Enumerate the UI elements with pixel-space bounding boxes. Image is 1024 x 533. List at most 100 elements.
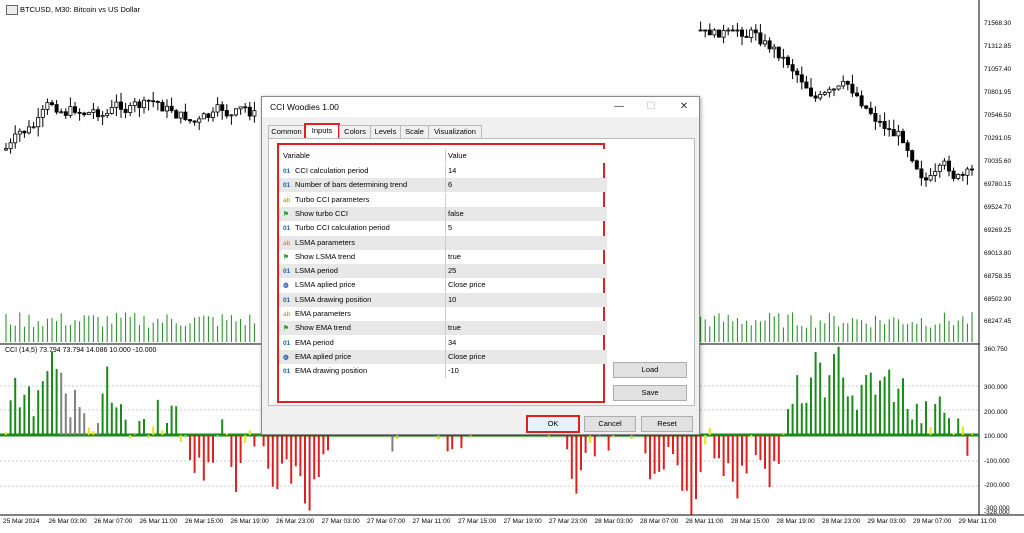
load-button[interactable]: Load <box>613 362 687 378</box>
price-tick-label: 69013.80 <box>984 250 1012 257</box>
candle-body <box>210 111 215 118</box>
candle-body <box>790 64 795 72</box>
time-tick-label: 25 Mar 2024 <box>3 518 40 525</box>
time-tick-label: 29 Mar 11:00 <box>958 518 997 525</box>
candle-body <box>951 170 956 179</box>
param-value[interactable]: 5 <box>445 221 606 236</box>
param-value[interactable]: 14 <box>445 164 606 178</box>
candle-body <box>942 160 947 166</box>
param-name-text: LSMA period <box>295 266 338 276</box>
tab-levels[interactable]: Levels <box>370 125 401 138</box>
param-row[interactable]: ⚑ Show LSMA trend true <box>279 249 607 264</box>
param-row[interactable]: ◍ EMA aplied price Close price <box>279 349 607 364</box>
candle-body <box>753 29 758 34</box>
candle-body <box>772 46 777 50</box>
candle-body <box>73 106 78 113</box>
param-name-text: EMA aplied price <box>295 351 352 361</box>
price-tick-label: 71312.85 <box>984 43 1012 50</box>
param-row[interactable]: 01 EMA period 34 <box>279 335 607 350</box>
param-value[interactable]: Close price <box>445 349 606 364</box>
candle-body <box>698 29 703 32</box>
param-name-text: EMA drawing position <box>295 366 368 376</box>
candle-body <box>749 29 754 38</box>
tab-colors[interactable]: Colors <box>339 125 371 138</box>
param-row[interactable]: 01 LSMA period 25 <box>279 264 607 279</box>
param-value[interactable]: true <box>445 321 606 336</box>
cancel-button[interactable]: Cancel <box>584 416 636 432</box>
param-value[interactable]: true <box>445 249 606 264</box>
param-value[interactable]: 34 <box>445 335 606 350</box>
candle-body <box>781 56 786 59</box>
param-row[interactable]: ab LSMA parameters <box>279 235 607 250</box>
candle-body <box>100 115 105 118</box>
indicator-properties-dialog: CCI Woodies 1.00 — ☐ ✕ Common Inputs Col… <box>261 96 700 435</box>
param-value[interactable]: 10 <box>445 292 606 307</box>
param-name: ◍ LSMA aplied price <box>283 278 443 292</box>
param-value[interactable]: 25 <box>445 264 606 279</box>
minimize-icon[interactable]: — <box>607 99 631 115</box>
ok-button[interactable]: OK <box>526 415 580 433</box>
dialog-titlebar[interactable]: CCI Woodies 1.00 — ☐ ✕ <box>262 97 699 117</box>
candle-body <box>155 101 160 103</box>
param-name-text: Show turbo CCI <box>295 208 348 218</box>
param-value[interactable]: false <box>445 206 606 221</box>
candle-body <box>86 112 91 116</box>
candle-body <box>937 164 942 172</box>
param-row[interactable]: 01 LSMA drawing position 10 <box>279 292 607 307</box>
candle-body <box>924 177 929 181</box>
price-tick-label: 69780.15 <box>984 181 1012 188</box>
tab-common[interactable]: Common <box>268 125 305 138</box>
time-tick-label: 29 Mar 07:00 <box>913 518 952 525</box>
candle-body <box>233 108 238 116</box>
param-row[interactable]: 01 CCI calculation period 14 <box>279 164 607 178</box>
tab-scale[interactable]: Scale <box>400 125 429 138</box>
candle-body <box>933 171 938 176</box>
param-row[interactable]: 01 EMA drawing position -10 <box>279 364 607 379</box>
params-header: Variable Value <box>279 149 607 163</box>
param-value[interactable] <box>445 192 606 207</box>
param-row[interactable]: ◍ LSMA aplied price Close price <box>279 278 607 293</box>
param-row[interactable]: ab EMA parameters <box>279 307 607 321</box>
time-tick-label: 26 Mar 19:00 <box>230 518 269 525</box>
candle-body <box>901 130 906 144</box>
candle-body <box>132 101 137 106</box>
enum-icon: ◍ <box>283 282 289 290</box>
param-row[interactable]: 01 Number of bars determining trend 6 <box>279 178 607 193</box>
candle-body <box>795 70 800 76</box>
param-value[interactable]: -10 <box>445 364 606 379</box>
chart-window-icon <box>6 5 18 15</box>
save-button[interactable]: Save <box>613 385 687 401</box>
string-icon: ab <box>283 196 291 204</box>
candle-body <box>776 46 781 59</box>
candle-body <box>896 130 901 137</box>
param-row[interactable]: 01 Turbo CCI calculation period 5 <box>279 221 607 236</box>
param-value[interactable] <box>445 235 606 250</box>
param-name: ab Turbo CCI parameters <box>283 193 443 207</box>
inputs-panel: Variable Value 01 CCI calculation period 1… <box>268 138 695 406</box>
param-value[interactable] <box>445 307 606 321</box>
candle-body <box>252 110 257 117</box>
param-value[interactable]: Close price <box>445 278 606 293</box>
time-tick-label: 28 Mar 15:00 <box>731 518 770 525</box>
candle-body <box>164 105 169 112</box>
param-row[interactable]: ⚑ Show EMA trend true <box>279 321 607 336</box>
param-value[interactable]: 6 <box>445 178 606 193</box>
param-row[interactable]: ⚑ Show turbo CCI false <box>279 206 607 221</box>
time-tick-label: 27 Mar 03:00 <box>321 518 360 525</box>
candle-body <box>767 40 772 50</box>
candle-body <box>726 29 731 32</box>
maximize-icon[interactable]: ☐ <box>639 99 663 115</box>
close-icon[interactable]: ✕ <box>672 99 696 115</box>
integer-icon: 01 <box>283 268 291 276</box>
param-name: 01 Turbo CCI calculation period <box>283 221 443 235</box>
string-icon: ab <box>283 239 291 247</box>
candle-body <box>197 118 202 123</box>
candle-body <box>850 83 855 94</box>
reset-button[interactable]: Reset <box>641 416 693 432</box>
variable-column-header: Variable <box>283 151 310 160</box>
candle-body <box>914 160 919 170</box>
tab-visualization[interactable]: Visualization <box>428 125 482 138</box>
param-row[interactable]: ab Turbo CCI parameters <box>279 192 607 207</box>
candle-body <box>740 29 745 37</box>
candle-body <box>707 29 712 36</box>
